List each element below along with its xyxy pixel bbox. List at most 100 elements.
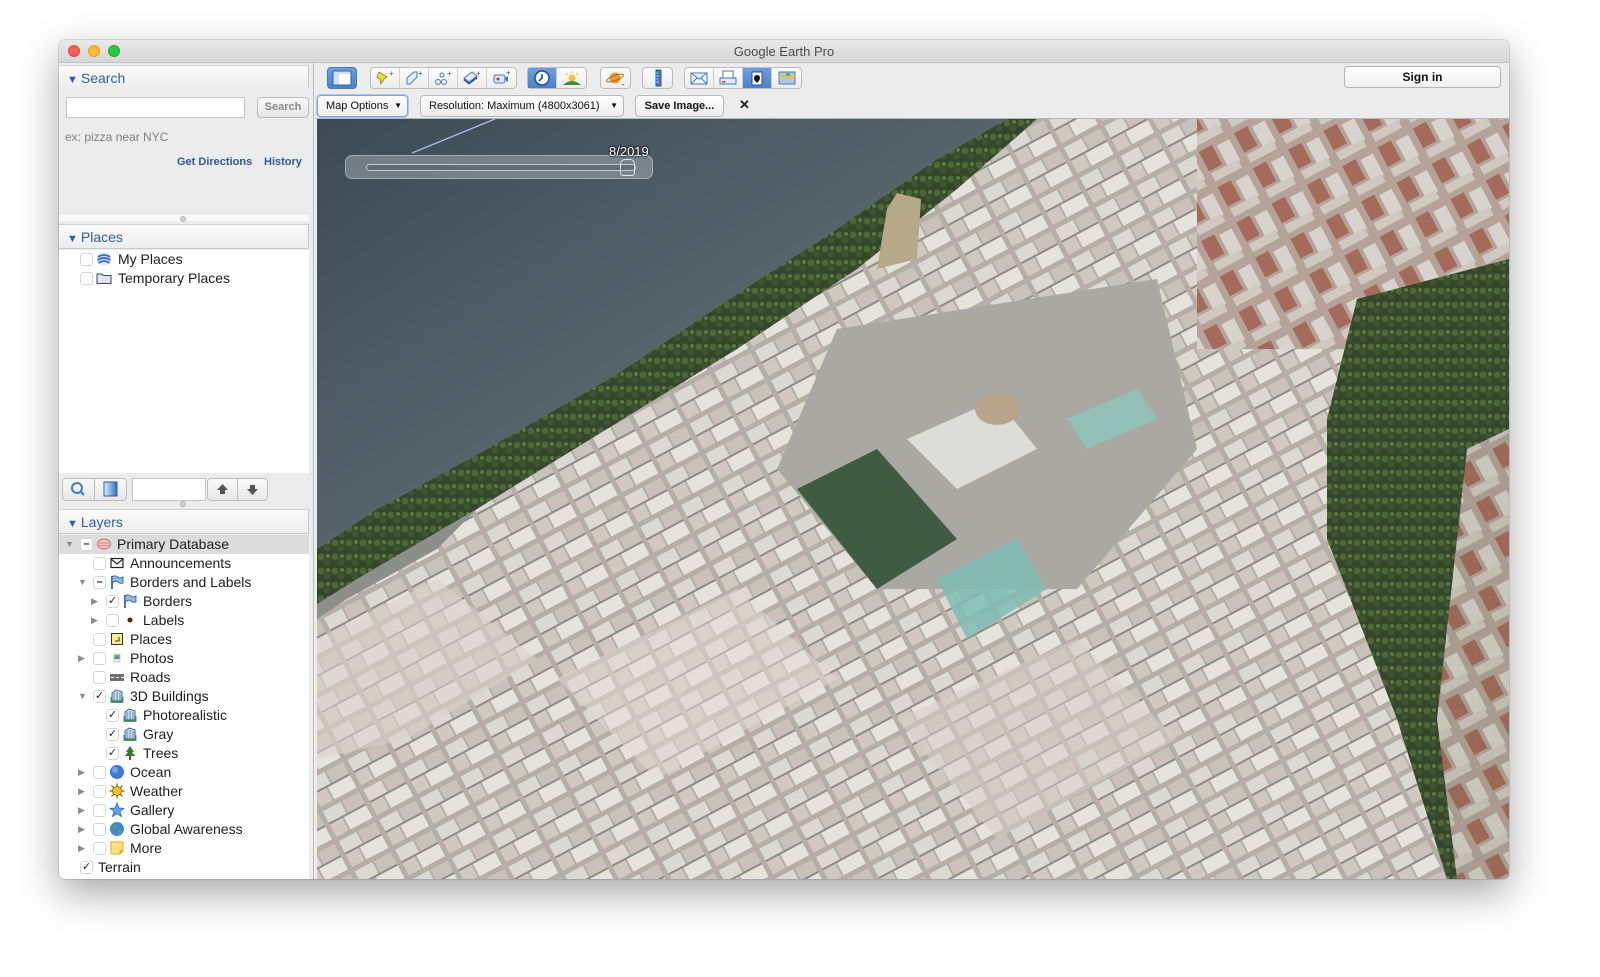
add-placemark-button[interactable]: +: [371, 68, 400, 88]
expand-triangle-down-icon[interactable]: ▼: [78, 687, 88, 706]
layer-item-trees[interactable]: ✓ Trees: [59, 744, 309, 763]
checkbox[interactable]: ✓: [106, 709, 119, 722]
expand-triangle-down-icon[interactable]: ▼: [65, 535, 75, 554]
star-icon: [109, 802, 125, 818]
checkbox[interactable]: [93, 823, 106, 836]
expand-triangle-down-icon[interactable]: ▼: [78, 573, 88, 592]
checkbox[interactable]: ✓: [106, 747, 119, 760]
map-options-dropdown[interactable]: Map Options ▼: [317, 95, 408, 117]
checkbox[interactable]: [106, 614, 119, 627]
splitter-handle[interactable]: [180, 501, 186, 507]
checkbox[interactable]: –: [93, 576, 106, 589]
layer-item-gray[interactable]: ✓ Gray: [59, 725, 309, 744]
checkbox[interactable]: [93, 557, 106, 570]
layer-item-primary-database[interactable]: ▼ – Primary Database: [59, 535, 309, 554]
move-down-button[interactable]: [237, 478, 268, 501]
layer-item-places[interactable]: Places: [59, 630, 309, 649]
printer-icon: [719, 70, 737, 85]
map-3d-imagery[interactable]: [317, 119, 1509, 879]
tree-label: Temporary Places: [118, 270, 231, 286]
switch-planet-button[interactable]: [600, 67, 631, 89]
layer-item-labels[interactable]: ▶ Labels: [59, 611, 309, 630]
expand-triangle-right-icon[interactable]: ▶: [78, 820, 88, 839]
layer-item-ocean[interactable]: ▶ Ocean: [59, 763, 309, 782]
checkbox[interactable]: [80, 253, 93, 266]
checkbox[interactable]: [93, 671, 106, 684]
layer-item-gallery[interactable]: ▶ Gallery: [59, 801, 309, 820]
ruler-button[interactable]: [642, 67, 673, 89]
get-directions-link[interactable]: Get Directions: [177, 156, 252, 168]
move-up-button[interactable]: [207, 478, 238, 501]
sign-in-button[interactable]: Sign in: [1344, 66, 1501, 88]
checkbox[interactable]: [80, 272, 93, 285]
checkbox[interactable]: ✓: [106, 595, 119, 608]
checkbox[interactable]: ✓: [106, 728, 119, 741]
search-places-button[interactable]: [62, 478, 95, 501]
expand-triangle-right-icon[interactable]: ▶: [78, 763, 88, 782]
layer-item-weather[interactable]: ▶ Weather: [59, 782, 309, 801]
layer-item-borders[interactable]: ▶ ✓ Borders: [59, 592, 309, 611]
historical-imagery-slider[interactable]: 8/2019: [345, 144, 653, 179]
save-image-toolbar-button[interactable]: [743, 68, 772, 88]
layer-item-borders-and-labels[interactable]: ▼ – Borders and Labels: [59, 573, 309, 592]
places-filter-input[interactable]: [132, 478, 206, 501]
checkbox[interactable]: –: [80, 538, 93, 551]
places-item-my-places[interactable]: My Places: [59, 250, 309, 269]
slider-track[interactable]: [366, 164, 636, 171]
layer-item-photorealistic[interactable]: ✓ Photorealistic: [59, 706, 309, 725]
add-polygon-button[interactable]: +: [400, 68, 429, 88]
expand-triangle-right-icon[interactable]: ▶: [91, 611, 101, 630]
resolution-dropdown[interactable]: Resolution: Maximum (4800x3061) ▼: [420, 95, 624, 117]
layer-item-global-awareness[interactable]: ▶ Global Awareness: [59, 820, 309, 839]
layer-item-terrain[interactable]: ✓ Terrain: [59, 858, 309, 877]
checkbox[interactable]: [93, 652, 106, 665]
close-save-image-button[interactable]: ✕: [739, 97, 750, 113]
expand-triangle-right-icon[interactable]: ▶: [78, 649, 88, 668]
checkbox[interactable]: ✓: [93, 690, 106, 703]
layer-item-announcements[interactable]: Announcements: [59, 554, 309, 573]
layer-item-more[interactable]: ▶ More: [59, 839, 309, 858]
expand-triangle-right-icon[interactable]: ▶: [78, 782, 88, 801]
historical-imagery-button[interactable]: [528, 68, 557, 88]
collapse-triangle-icon: ▼: [67, 233, 78, 245]
history-link[interactable]: History: [264, 156, 302, 168]
layer-item-photos[interactable]: ▶ Photos: [59, 649, 309, 668]
search-panel: Search ex: pizza near NYC Get Directions…: [59, 88, 309, 216]
tree-label: Borders: [143, 593, 193, 609]
sunlight-icon: [562, 71, 581, 85]
expand-triangle-right-icon[interactable]: ▶: [78, 801, 88, 820]
checkbox[interactable]: ✓: [80, 861, 93, 874]
print-button[interactable]: [714, 68, 743, 88]
view-tools-group: [527, 67, 587, 89]
svg-text:+: +: [418, 69, 423, 78]
layers-panel-header[interactable]: ▼ Layers: [59, 509, 309, 534]
checkbox[interactable]: [93, 804, 106, 817]
search-button[interactable]: Search: [257, 97, 309, 118]
add-path-button[interactable]: +: [429, 68, 458, 88]
svg-text:+: +: [506, 69, 511, 77]
toggle-panel-button[interactable]: [94, 478, 127, 501]
splitter-handle[interactable]: [180, 216, 186, 222]
places-item-temporary-places[interactable]: Temporary Places: [59, 269, 309, 288]
email-button[interactable]: [685, 68, 714, 88]
places-panel-header[interactable]: ▼ Places: [59, 224, 309, 249]
search-panel-header[interactable]: ▼ Search: [59, 65, 309, 90]
add-image-overlay-button[interactable]: +: [458, 68, 487, 88]
expand-triangle-right-icon[interactable]: ▶: [78, 839, 88, 858]
sunlight-button[interactable]: [557, 68, 586, 88]
checkbox[interactable]: [93, 633, 106, 646]
checkbox[interactable]: [93, 842, 106, 855]
search-input[interactable]: [66, 97, 245, 118]
slider-thumb[interactable]: [620, 159, 635, 176]
expand-triangle-right-icon[interactable]: ▶: [91, 592, 101, 611]
layer-item-roads[interactable]: Roads: [59, 668, 309, 687]
layer-item-3d-buildings[interactable]: ▼ ✓ 3D Buildings: [59, 687, 309, 706]
planet-icon: [605, 72, 624, 86]
view-in-maps-button[interactable]: [772, 68, 801, 88]
checkbox[interactable]: [93, 785, 106, 798]
sidebar-toggle-button[interactable]: [327, 67, 357, 89]
record-tour-button[interactable]: +: [487, 68, 516, 88]
checkbox[interactable]: [93, 766, 106, 779]
save-image-button[interactable]: Save Image...: [635, 95, 724, 117]
map-view[interactable]: 8/2019: [317, 119, 1509, 879]
